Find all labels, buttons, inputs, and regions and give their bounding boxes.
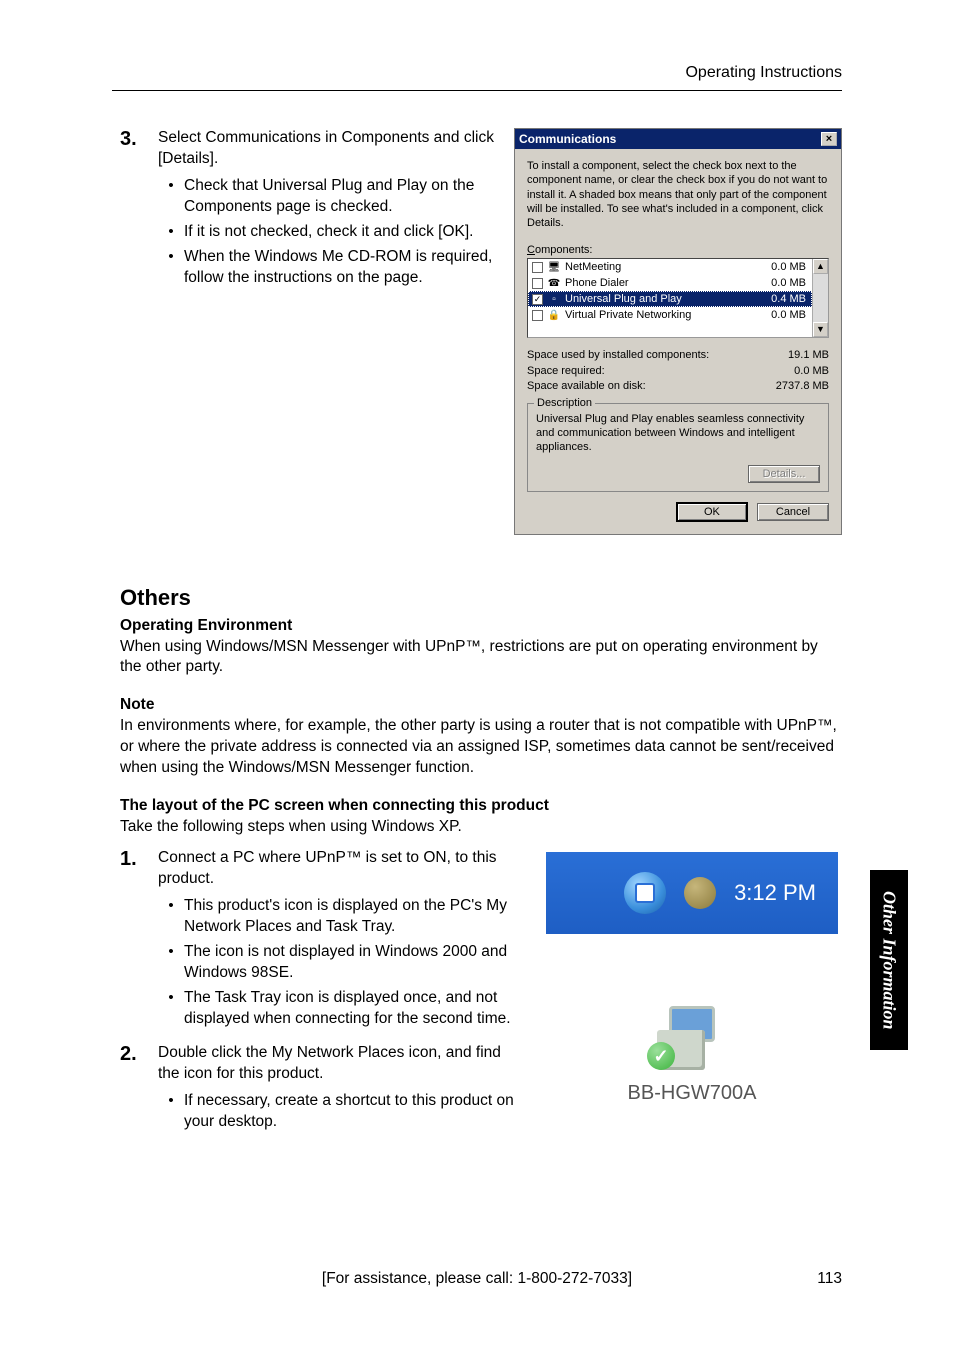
component-name: Universal Plug and Play — [565, 293, 760, 305]
space-value: 0.0 MB — [794, 364, 829, 379]
step-text: Connect a PC where UPnP™ is set to ON, t… — [158, 849, 497, 887]
bullet: If it is not checked, check it and click… — [158, 222, 496, 243]
ok-button[interactable]: OK — [676, 502, 748, 522]
description-legend: Description — [534, 397, 595, 409]
scrollbar[interactable]: ▲ ▼ — [812, 259, 828, 337]
communications-dialog: Communications × To install a component,… — [514, 128, 842, 535]
checkbox-icon[interactable] — [532, 278, 543, 289]
netmeeting-icon: 🖥 — [547, 260, 561, 274]
component-size: 0.0 MB — [760, 277, 808, 289]
step3-text-column: 3. Select Communications in Components a… — [120, 128, 496, 535]
space-label: Space used by installed components: — [527, 348, 709, 363]
component-size: 0.4 MB — [760, 293, 808, 305]
close-icon[interactable]: × — [821, 132, 837, 146]
section-step3: 3. Select Communications in Components a… — [120, 128, 842, 535]
checkbox-icon[interactable] — [532, 262, 543, 273]
layout-heading: The layout of the PC screen when connect… — [120, 797, 842, 815]
communications-dialog-image: Communications × To install a component,… — [514, 128, 842, 535]
device-icon-image: ✓ BB-HGW700A — [542, 998, 842, 1105]
dialog-title: Communications — [519, 132, 616, 146]
component-row-netmeeting[interactable]: 🖥 NetMeeting 0.0 MB — [528, 259, 812, 275]
task-tray-image: 3:12 PM — [542, 848, 842, 938]
components-label: Components: — [527, 244, 829, 256]
space-info: Space used by installed components: 19.1 … — [527, 348, 829, 394]
component-name: Phone Dialer — [565, 277, 760, 289]
page-number: 113 — [817, 1270, 842, 1288]
details-button: Details... — [748, 465, 820, 483]
tray-time: 3:12 PM — [734, 880, 816, 906]
component-row-vpn[interactable]: 🔒 Virtual Private Networking 0.0 MB — [528, 307, 812, 323]
dialog-description: To install a component, select the check… — [527, 159, 829, 230]
step-text: Select Communications in Components and … — [158, 129, 494, 167]
step-number: 2. — [120, 1043, 158, 1137]
bullet: The Task Tray icon is displayed once, an… — [158, 988, 524, 1030]
others-heading: Others — [120, 585, 842, 611]
step-text: Double click the My Network Places icon,… — [158, 1044, 501, 1082]
operating-environment-para: When using Windows/MSN Messenger with UP… — [120, 637, 842, 679]
footer-assist: [For assistance, please call: 1-800-272-… — [0, 1270, 954, 1288]
device-label: BB-HGW700A — [542, 1082, 842, 1105]
note-para: In environments where, for example, the … — [120, 716, 842, 779]
bullet: If necessary, create a shortcut to this … — [158, 1091, 524, 1133]
header-right: Operating Instructions — [685, 64, 842, 82]
space-value: 19.1 MB — [788, 348, 829, 363]
side-tab-other-information: Other Information — [870, 870, 908, 1050]
page-content: 3. Select Communications in Components a… — [120, 128, 842, 1143]
components-listbox[interactable]: 🖥 NetMeeting 0.0 MB ☎ Phone Dialer 0.0 M… — [527, 258, 829, 338]
component-row-upnp[interactable]: ✓ ▫ Universal Plug and Play 0.4 MB — [528, 291, 812, 307]
step-3: 3. Select Communications in Components a… — [120, 128, 496, 292]
space-label: Space available on disk: — [527, 379, 646, 394]
component-size: 0.0 MB — [760, 309, 808, 321]
description-group: Description Universal Plug and Play enab… — [527, 403, 829, 492]
bullet: Check that Universal Plug and Play on th… — [158, 176, 496, 218]
space-value: 2737.8 MB — [776, 379, 829, 394]
tray-product-icon — [624, 872, 666, 914]
step-number: 1. — [120, 848, 158, 1033]
note-heading: Note — [120, 696, 842, 714]
cancel-button[interactable]: Cancel — [757, 503, 829, 521]
lock-icon: 🔒 — [547, 308, 561, 322]
bullet: When the Windows Me CD-ROM is required, … — [158, 247, 496, 289]
checkbox-icon[interactable]: ✓ — [532, 294, 543, 305]
description-text: Universal Plug and Play enables seamless… — [536, 412, 820, 455]
scroll-down-icon[interactable]: ▼ — [813, 322, 828, 337]
checkbox-icon[interactable] — [532, 310, 543, 321]
step-1: 1. Connect a PC where UPnP™ is set to ON… — [120, 848, 524, 1033]
component-size: 0.0 MB — [760, 261, 808, 273]
square-icon — [635, 883, 655, 903]
step-number: 3. — [120, 128, 158, 292]
checkmark-icon: ✓ — [647, 1042, 675, 1070]
phone-icon: ☎ — [547, 276, 561, 290]
component-name: NetMeeting — [565, 261, 760, 273]
tray-secondary-icon — [684, 877, 716, 909]
operating-environment-heading: Operating Environment — [120, 617, 842, 635]
component-row-phone-dialer[interactable]: ☎ Phone Dialer 0.0 MB — [528, 275, 812, 291]
bullet: This product's icon is displayed on the … — [158, 896, 524, 938]
upnp-icon: ▫ — [547, 292, 561, 306]
section-steps-1-2: 1. Connect a PC where UPnP™ is set to ON… — [120, 848, 842, 1143]
step-2: 2. Double click the My Network Places ic… — [120, 1043, 524, 1137]
space-label: Space required: — [527, 364, 605, 379]
scroll-up-icon[interactable]: ▲ — [813, 259, 828, 274]
dialog-titlebar: Communications × — [515, 129, 841, 149]
bullet: The icon is not displayed in Windows 200… — [158, 942, 524, 984]
header-rule — [112, 90, 842, 91]
component-name: Virtual Private Networking — [565, 309, 760, 321]
layout-para: Take the following steps when using Wind… — [120, 817, 842, 838]
